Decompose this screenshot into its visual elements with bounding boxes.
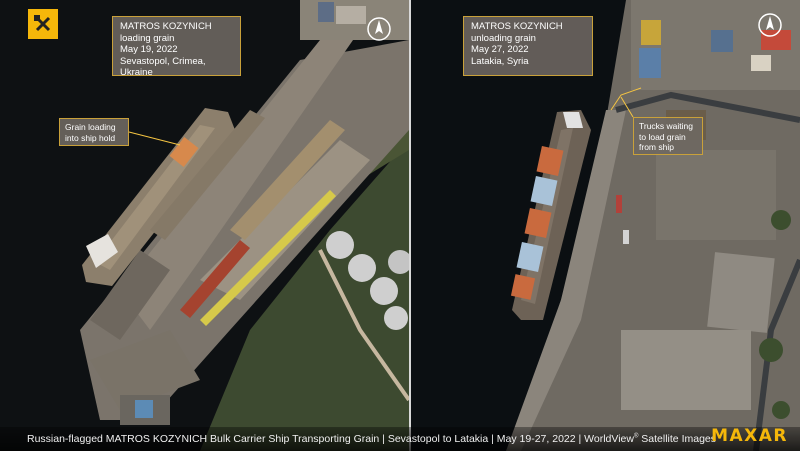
north-arrow-icon: [366, 16, 392, 42]
ship-name: MATROS KOZYNICH: [471, 21, 563, 32]
trucks-waiting-callout: Trucks waiting to load grain from ship: [633, 117, 703, 155]
image-date: May 27, 2022: [471, 44, 529, 55]
location-label: Sevastopol, Crimea, Ukraine: [120, 55, 206, 79]
maxar-logo: MAXAR: [711, 426, 788, 446]
activity-label: loading grain: [120, 32, 175, 44]
callout-line: to load grain: [639, 131, 686, 142]
latakia-info-box: MATROS KOZYNICH unloading grain May 27, …: [463, 16, 593, 76]
ship-name: MATROS KOZYNICH: [120, 21, 212, 32]
maxar-badge: [28, 9, 58, 39]
callout-line: Grain loading: [65, 122, 116, 132]
caption-text: Russian-flagged MATROS KOZYNICH Bulk Car…: [27, 433, 634, 445]
caption-bar: Russian-flagged MATROS KOZYNICH Bulk Car…: [0, 426, 800, 451]
grain-loading-callout: Grain loading into ship hold: [59, 118, 129, 146]
north-arrow-icon: [757, 12, 783, 38]
image-date: May 19, 2022: [120, 44, 178, 55]
activity-label: unloading grain: [471, 32, 536, 44]
tools-icon: [34, 15, 51, 32]
sevastopol-info-box: MATROS KOZYNICH loading grain May 19, 20…: [112, 16, 241, 79]
callout-line: from ship: [639, 142, 674, 152]
location-label: Latakia, Syria: [471, 55, 529, 67]
caption-tail: Satellite Images: [638, 433, 716, 445]
image-caption: Russian-flagged MATROS KOZYNICH Bulk Car…: [27, 433, 716, 445]
callout-line: Trucks waiting: [639, 121, 694, 131]
satellite-comparison: MATROS KOZYNICH loading grain May 19, 20…: [0, 0, 800, 451]
callout-line: into ship hold: [65, 132, 116, 143]
